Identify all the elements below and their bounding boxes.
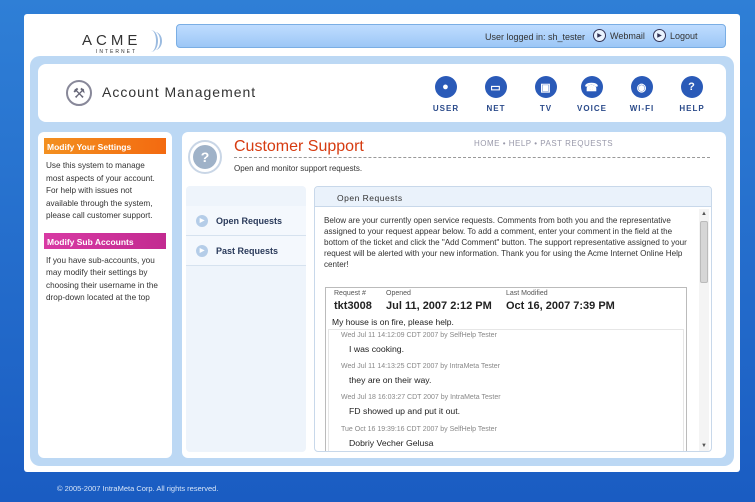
acme-logo: ACME INTERNET xyxy=(58,22,168,56)
nav-help[interactable]: ? HELP xyxy=(674,76,710,113)
last-modified-date: Oct 16, 2007 7:39 PM xyxy=(506,300,615,312)
nav-wifi[interactable]: ◉ WI-FI xyxy=(624,76,660,113)
help-icon: ? xyxy=(188,140,222,174)
wifi-icon: ◉ xyxy=(631,76,653,98)
left-sidebar: Modify Your Settings Use this system to … xyxy=(38,132,172,458)
nav-label: USER xyxy=(432,104,460,113)
logout-label: Logout xyxy=(670,30,698,41)
content-panel: ⚒ Account Management ● USER ▭ NET ▣ TV ☎… xyxy=(30,56,734,466)
top-user-bar: User logged in: sh_tester ▶ Webmail ▶ Lo… xyxy=(176,24,726,48)
modify-settings-text: Use this system to manage most aspects o… xyxy=(46,161,155,220)
logo-subtitle: INTERNET xyxy=(96,49,137,55)
help-icon: ? xyxy=(681,76,703,98)
last-modified-header: Last Modified xyxy=(506,290,548,297)
monitor-icon: ▭ xyxy=(485,76,507,98)
webmail-link[interactable]: ▶ Webmail xyxy=(593,29,645,42)
opened-header: Opened xyxy=(386,290,411,297)
account-header: ⚒ Account Management ● USER ▭ NET ▣ TV ☎… xyxy=(38,64,726,122)
tab-past-requests[interactable]: ▶ Past Requests xyxy=(186,236,306,266)
signal-arc-icon xyxy=(148,32,162,50)
ticket-description: My house is on fire, please help. xyxy=(332,317,454,327)
divider xyxy=(234,157,710,158)
section-title: Customer Support xyxy=(234,138,364,155)
nav-net[interactable]: ▭ NET xyxy=(478,76,514,113)
panel-heading: Open Requests xyxy=(315,187,711,207)
request-number: tkt3008 xyxy=(334,300,372,312)
main-content: ? Customer Support HOME • HELP • PAST RE… xyxy=(182,132,726,458)
phone-icon: ☎ xyxy=(581,76,603,98)
comment-text: FD showed up and put it out. xyxy=(349,406,461,416)
nav-label: VOICE xyxy=(577,104,607,113)
modify-sub-accounts-text: If you have sub-accounts, you may modify… xyxy=(46,255,158,303)
nav-label: NET xyxy=(486,104,506,113)
breadcrumb[interactable]: HOME • HELP • PAST REQUESTS xyxy=(474,139,613,148)
scroll-up-icon[interactable]: ▲ xyxy=(699,209,709,219)
user-icon: ● xyxy=(435,76,457,98)
tab-open-requests[interactable]: ▶ Open Requests xyxy=(186,206,306,236)
modify-sub-accounts-heading: Modify Sub Accounts xyxy=(44,232,166,249)
webmail-label: Webmail xyxy=(610,30,645,41)
request-tabs: ▶ Open Requests ▶ Past Requests xyxy=(186,186,306,452)
ticket-card: Request # Opened Last Modified tkt3008 J… xyxy=(325,287,687,451)
intro-text: Below are your currently open service re… xyxy=(324,216,687,269)
tab-label: Open Requests xyxy=(216,215,283,226)
copyright-footer: © 2005-2007 IntraMeta Corp. All rights r… xyxy=(57,484,219,493)
page-title: Account Management xyxy=(102,84,257,100)
logout-link[interactable]: ▶ Logout xyxy=(653,29,698,42)
request-number-header: Request # xyxy=(334,290,366,297)
wrench-icon: ⚒ xyxy=(66,80,92,106)
nav-label: WI-FI xyxy=(629,104,655,113)
opened-date: Jul 11, 2007 2:12 PM xyxy=(386,300,492,312)
comment-text: they are on their way. xyxy=(349,375,432,385)
requests-panel: Open Requests Below are your currently o… xyxy=(314,186,712,452)
play-icon: ▶ xyxy=(196,244,208,257)
modify-settings-heading: Modify Your Settings xyxy=(44,138,166,154)
play-icon: ▶ xyxy=(196,214,208,227)
nav-voice[interactable]: ☎ VOICE xyxy=(574,76,610,113)
nav-label: HELP xyxy=(679,104,705,113)
main-window: ACME INTERNET User logged in: sh_tester … xyxy=(24,14,740,472)
nav-label: TV xyxy=(539,104,553,113)
play-icon: ▶ xyxy=(593,29,606,42)
logged-in-user-text: User logged in: sh_tester xyxy=(485,32,586,42)
comment-text: Dobriy Vecher Gelusa xyxy=(349,438,434,448)
play-icon: ▶ xyxy=(653,29,666,42)
logo-wordmark: ACME xyxy=(82,32,142,49)
tv-icon: ▣ xyxy=(535,76,557,98)
comments-list: Wed Jul 11 14:12:09 CDT 2007 by SelfHelp… xyxy=(328,329,684,451)
nav-tv[interactable]: ▣ TV xyxy=(528,76,564,113)
scroll-down-icon[interactable]: ▼ xyxy=(699,441,709,451)
tab-label: Past Requests xyxy=(216,245,279,256)
comment-meta: Tue Oct 16 19:39:16 CDT 2007 by SelfHelp… xyxy=(341,426,497,433)
vertical-scrollbar[interactable]: ▲ ▼ xyxy=(699,209,709,451)
comment-text: I was cooking. xyxy=(349,344,405,354)
nav-user[interactable]: ● USER xyxy=(428,76,464,113)
comment-meta: Wed Jul 18 16:03:27 CDT 2007 by IntraMet… xyxy=(341,394,501,401)
scrollbar-thumb[interactable] xyxy=(700,221,708,283)
section-subtitle: Open and monitor support requests. xyxy=(234,164,363,173)
comment-meta: Wed Jul 11 14:12:09 CDT 2007 by SelfHelp… xyxy=(341,332,497,339)
comment-meta: Wed Jul 11 14:13:25 CDT 2007 by IntraMet… xyxy=(341,363,501,370)
